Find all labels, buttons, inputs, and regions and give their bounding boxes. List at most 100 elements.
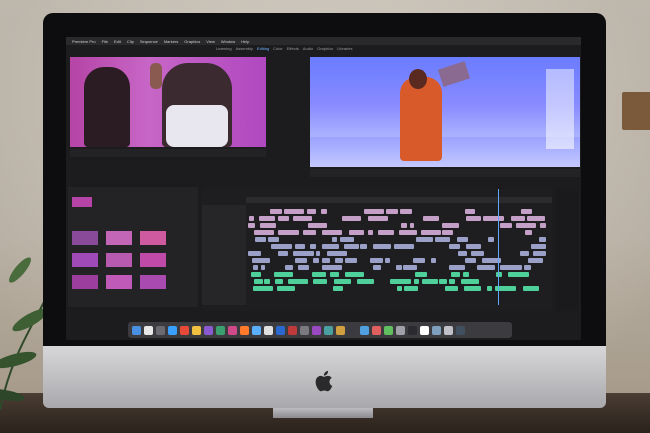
workspace-graphics[interactable]: Graphics — [317, 46, 333, 54]
timeline-clip[interactable] — [500, 265, 522, 270]
timeline-clip[interactable] — [444, 286, 458, 291]
timeline-clip[interactable] — [441, 230, 453, 235]
timeline-clip[interactable] — [402, 265, 417, 270]
menu-view[interactable]: View — [206, 39, 215, 44]
dock-app-icon[interactable] — [420, 325, 429, 335]
timeline-clip[interactable] — [311, 272, 326, 277]
menu-graphics[interactable]: Graphics — [184, 39, 200, 44]
timeline-clip[interactable] — [421, 279, 438, 284]
menu-file[interactable]: File — [102, 39, 108, 44]
timeline-clip[interactable] — [344, 272, 364, 277]
timeline-clip[interactable] — [413, 279, 419, 284]
timeline-clip[interactable] — [284, 265, 293, 270]
timeline-clip[interactable] — [448, 279, 455, 284]
timeline-clip[interactable] — [293, 216, 313, 221]
timeline-clip[interactable] — [260, 265, 265, 270]
dock-app-icon[interactable] — [228, 325, 237, 335]
timeline-clip[interactable] — [253, 230, 275, 235]
timeline-tracks[interactable] — [246, 205, 552, 305]
timeline-clip[interactable] — [522, 286, 539, 291]
timeline-clip[interactable] — [539, 223, 546, 228]
timeline-clip[interactable] — [435, 237, 451, 242]
dock-app-icon[interactable] — [324, 325, 333, 335]
workspace-effects[interactable]: Effects — [287, 46, 299, 54]
source-transport-controls[interactable] — [70, 149, 266, 157]
timeline-clip[interactable] — [389, 279, 412, 284]
workspace-libraries[interactable]: Libraries — [337, 46, 352, 54]
timeline-clip[interactable] — [394, 244, 414, 249]
timeline-clip[interactable] — [327, 251, 347, 256]
program-monitor-frame[interactable] — [310, 57, 580, 167]
dock-app-icon[interactable] — [156, 325, 165, 335]
timeline-clip[interactable] — [250, 272, 261, 277]
timeline-clip[interactable] — [343, 244, 359, 249]
timeline-clip[interactable] — [510, 216, 526, 221]
dock-app-icon[interactable] — [288, 325, 297, 335]
timeline-clip[interactable] — [487, 237, 494, 242]
dock-app-icon[interactable] — [264, 325, 273, 335]
timeline-clip[interactable] — [249, 216, 254, 221]
timeline-clip[interactable] — [268, 237, 279, 242]
timeline-clip[interactable] — [523, 265, 532, 270]
timeline-clip[interactable] — [410, 223, 415, 228]
menu-sequence[interactable]: Sequence — [140, 39, 158, 44]
timeline-clip[interactable] — [439, 279, 447, 284]
timeline-clip[interactable] — [377, 230, 394, 235]
timeline-clip[interactable] — [264, 279, 271, 284]
timeline-clip[interactable] — [395, 265, 402, 270]
timeline-clip[interactable] — [322, 244, 340, 249]
playhead[interactable] — [498, 189, 499, 305]
timeline-clip[interactable] — [340, 237, 355, 242]
bin-thumb[interactable] — [140, 275, 166, 289]
program-transport-controls[interactable] — [310, 169, 580, 177]
timeline-clip[interactable] — [430, 258, 437, 263]
timeline-clip[interactable] — [476, 265, 495, 270]
timeline-clip[interactable] — [413, 258, 425, 263]
timeline-clip[interactable] — [248, 251, 261, 256]
timeline-clip[interactable] — [520, 209, 532, 214]
timeline-clip[interactable] — [297, 265, 309, 270]
bin-thumb[interactable] — [106, 231, 132, 245]
timeline-clip[interactable] — [530, 244, 546, 249]
menu-clip[interactable]: Clip — [127, 39, 134, 44]
timeline-clip[interactable] — [368, 230, 374, 235]
timeline-clip[interactable] — [277, 286, 296, 291]
timeline-clip[interactable] — [302, 230, 316, 235]
timeline-clip[interactable] — [450, 272, 460, 277]
timeline-clip[interactable] — [399, 230, 418, 235]
timeline-clip[interactable] — [335, 258, 344, 263]
timeline-clip[interactable] — [278, 230, 300, 235]
timeline-clip[interactable] — [321, 209, 327, 214]
timeline-clip[interactable] — [312, 279, 328, 284]
source-monitor-frame[interactable] — [70, 57, 266, 147]
bin-thumb[interactable] — [106, 275, 132, 289]
timeline-clip[interactable] — [462, 272, 469, 277]
dock-app-icon[interactable] — [180, 325, 189, 335]
timeline-clip[interactable] — [307, 209, 317, 214]
bin-thumb[interactable] — [106, 253, 132, 267]
bin-thumb[interactable] — [72, 231, 98, 245]
timeline-clip[interactable] — [373, 265, 382, 270]
timeline-clip[interactable] — [349, 230, 365, 235]
bin-thumb[interactable] — [72, 253, 98, 267]
timeline-clip[interactable] — [458, 251, 467, 256]
timeline-clip[interactable] — [415, 237, 433, 242]
timeline-clip[interactable] — [255, 237, 267, 242]
bin-thumb[interactable] — [140, 231, 166, 245]
timeline-clip[interactable] — [252, 258, 270, 263]
track-headers[interactable] — [202, 205, 246, 305]
timeline-clip[interactable] — [482, 216, 505, 221]
menu-help[interactable]: Help — [241, 39, 249, 44]
project-preview-thumb[interactable] — [72, 197, 92, 207]
timeline-clip[interactable] — [449, 265, 466, 270]
bin-thumb[interactable] — [140, 253, 166, 267]
timeline-ruler[interactable] — [246, 197, 552, 203]
dock-app-icon[interactable] — [396, 325, 405, 335]
timeline-clip[interactable] — [385, 258, 390, 263]
dock-app-icon[interactable] — [360, 325, 369, 335]
timeline-clip[interactable] — [316, 251, 321, 256]
timeline-clip[interactable] — [312, 258, 319, 263]
dock-app-icon[interactable] — [204, 325, 213, 335]
timeline-clip[interactable] — [292, 251, 315, 256]
dock-app-icon[interactable] — [444, 325, 453, 335]
